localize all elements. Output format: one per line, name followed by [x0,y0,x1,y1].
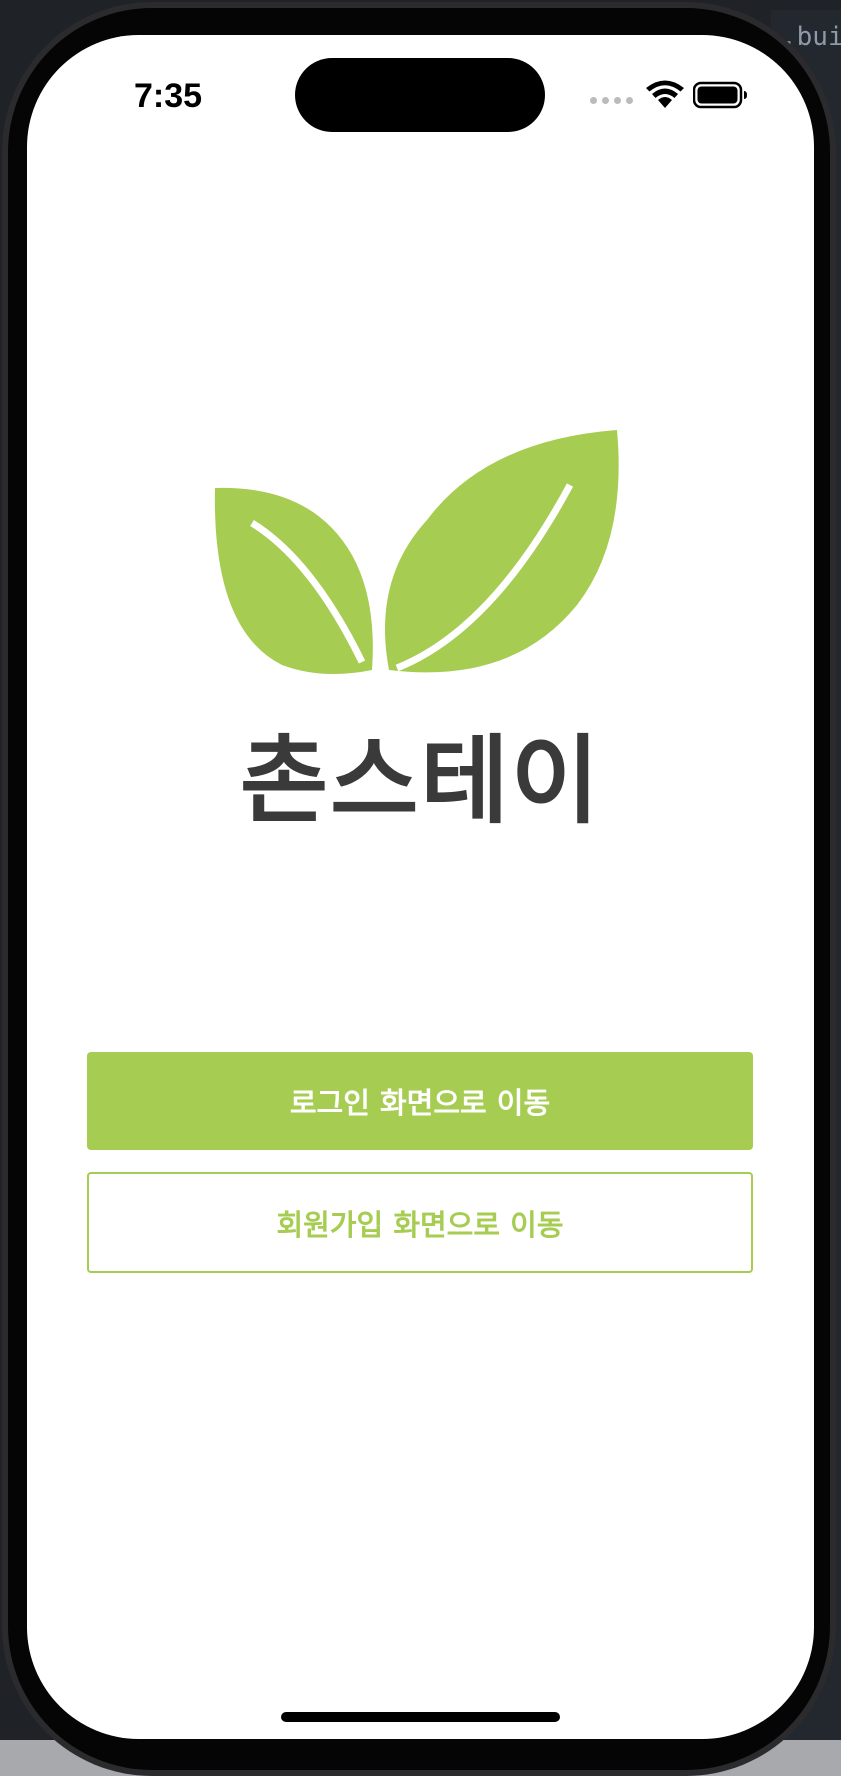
cellular-signal-icon [590,97,633,104]
brand-logo-text: 촌스테이 [239,725,602,837]
battery-icon [693,81,747,109]
go-to-login-button[interactable]: 로그인 화면으로 이동 [87,1052,753,1150]
home-indicator[interactable] [281,1712,560,1722]
dynamic-island [295,58,545,132]
status-time: 7:35 [134,77,203,115]
wifi-icon [646,80,684,108]
go-to-signup-button[interactable]: 회원가입 화면으로 이동 [87,1172,753,1273]
app-screen: 7:35 촌스테이 로그인 화면으로 이동 회원가입 화면으로 이동 [27,35,814,1739]
leaves-icon [214,430,619,674]
